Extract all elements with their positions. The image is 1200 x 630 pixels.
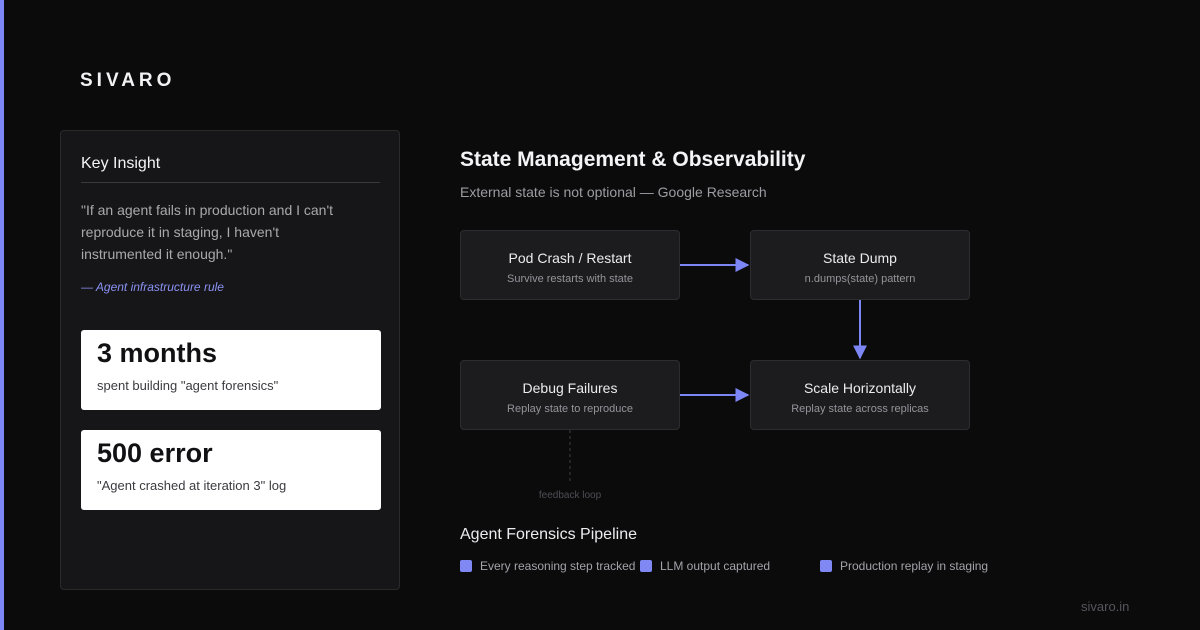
node-title: Scale Horizontally: [803, 380, 917, 396]
pipeline-item-label: Production replay in staging: [840, 559, 989, 573]
feedback-loop-label: feedback loop: [538, 490, 602, 501]
node-state-dump: State Dump n.dumps(state) pattern: [750, 230, 970, 300]
key-insight-panel: Key Insight "If an agent fails in produc…: [60, 130, 400, 590]
node-subtitle: Replay state to reproduce: [507, 403, 633, 415]
node-subtitle: n.dumps(state) pattern: [804, 273, 916, 285]
stat-label: spent building "agent forensics": [97, 378, 279, 393]
pipeline-title: Agent Forensics Pipeline: [460, 526, 637, 543]
stat-value: 500 error: [97, 438, 213, 468]
node-pod-crash: Pod Crash / Restart Survive restarts wit…: [460, 230, 680, 300]
node-title: State Dump: [823, 250, 897, 266]
square-bullet-icon: [640, 560, 652, 572]
node-subtitle: Survive restarts with state: [507, 273, 633, 285]
pipeline-item: LLM output captured: [640, 559, 770, 573]
quote-attribution: — Agent infrastructure rule: [81, 280, 224, 294]
pipeline-item: Every reasoning step tracked: [460, 559, 635, 573]
accent-bar: [0, 0, 4, 630]
footer-url[interactable]: sivaro.in: [1081, 599, 1129, 614]
stat-card: 500 error "Agent crashed at iteration 3"…: [81, 430, 381, 510]
pipeline-item-label: Every reasoning step tracked: [480, 559, 636, 573]
node-title: Debug Failures: [522, 380, 618, 396]
node-debug-failures: Debug Failures Replay state to reproduce: [460, 360, 680, 430]
insight-quote: "If an agent fails in production and I c…: [81, 202, 334, 262]
node-title: Pod Crash / Restart: [508, 250, 632, 266]
diagram-subtitle: External state is not optional — Google …: [460, 184, 767, 200]
stat-value: 3 months: [97, 338, 218, 368]
square-bullet-icon: [460, 560, 472, 572]
pipeline-item-label: LLM output captured: [660, 559, 771, 573]
pipeline-item: Production replay in staging: [820, 559, 988, 573]
stat-card: 3 months spent building "agent forensics…: [81, 330, 381, 410]
node-scale-horizontally: Scale Horizontally Replay state across r…: [750, 360, 970, 430]
stat-label: "Agent crashed at iteration 3" log: [97, 478, 287, 493]
brand-logo: SIVARO: [80, 70, 176, 91]
panel-divider: [81, 182, 380, 183]
square-bullet-icon: [820, 560, 832, 572]
panel-title: Key Insight: [81, 155, 161, 172]
diagram-title: State Management & Observability: [460, 148, 806, 171]
node-subtitle: Replay state across replicas: [791, 403, 929, 415]
